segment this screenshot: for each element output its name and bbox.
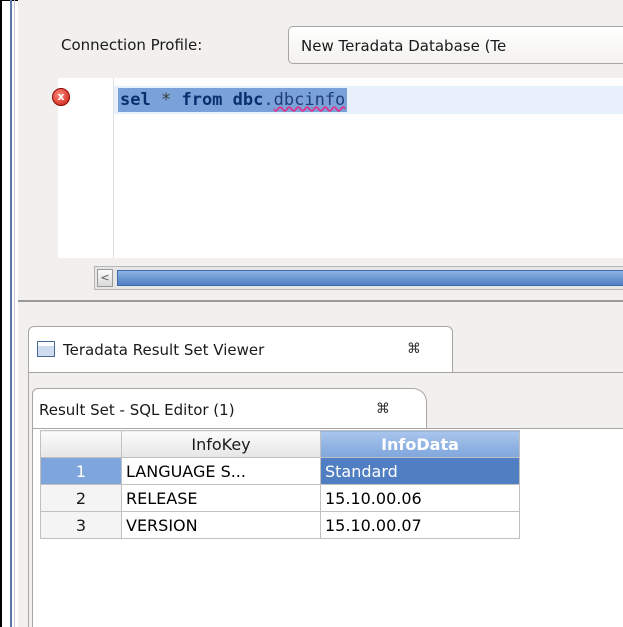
row-number-header[interactable] — [40, 430, 122, 458]
code-dot: . — [263, 90, 274, 110]
table-row[interactable]: 3 VERSION 15.10.00.07 — [40, 511, 520, 539]
table-row[interactable]: 2 RELEASE 15.10.00.06 — [40, 484, 520, 512]
code-editor[interactable]: x sel * from dbc.dbcinfo — [52, 78, 623, 258]
code-keyword-sel: sel — [120, 90, 151, 110]
tab-result-set-sql-editor[interactable]: Result Set - SQL Editor (1) ⌘ — [32, 388, 427, 428]
scrollbar-thumb[interactable] — [117, 270, 623, 286]
left-edge-bar — [10, 0, 12, 627]
cell-infodata[interactable]: 15.10.00.06 — [320, 484, 520, 512]
error-icon-glyph: x — [57, 90, 65, 103]
selected-sql-statement[interactable]: sel * from dbc.dbcinfo — [118, 88, 348, 112]
row-number[interactable]: 2 — [40, 484, 122, 512]
sql-editor-pane: Connection Profile: New Teradata Databas… — [18, 0, 623, 300]
cell-infodata-selected[interactable]: Standard — [320, 457, 520, 485]
result-grid[interactable]: InfoKey InfoData 1 LANGUAGE S... Standar… — [40, 430, 520, 539]
connection-profile-dropdown[interactable]: New Teradata Database (Te — [288, 26, 623, 64]
close-tab-icon[interactable]: ⌘ — [407, 341, 421, 357]
tab-teradata-result-set-viewer[interactable]: Teradata Result Set Viewer ⌘ — [28, 326, 453, 372]
row-number[interactable]: 1 — [40, 457, 122, 485]
connection-profile-label: Connection Profile: — [61, 36, 203, 54]
table-view-icon — [37, 341, 55, 357]
code-keyword-from: from — [181, 90, 223, 110]
error-icon[interactable]: x — [52, 88, 70, 106]
close-tab-icon[interactable]: ⌘ — [376, 401, 390, 417]
column-header-infokey[interactable]: InfoKey — [121, 430, 321, 458]
code-table-name: dbcinfo — [273, 90, 346, 110]
cell-infokey[interactable]: RELEASE — [121, 484, 321, 512]
annotation-ruler: x — [52, 78, 114, 258]
code-star: * — [160, 90, 172, 110]
tab-label: Teradata Result Set Viewer — [63, 341, 265, 359]
horizontal-scrollbar[interactable]: < — [94, 266, 623, 290]
connection-profile-value: New Teradata Database (Te — [301, 37, 507, 55]
cell-infokey[interactable]: VERSION — [121, 511, 321, 539]
cell-infodata[interactable]: 15.10.00.07 — [320, 511, 520, 539]
code-keyword-dbc: dbc — [232, 90, 264, 110]
column-header-infodata[interactable]: InfoData — [320, 430, 520, 458]
tab-label: Result Set - SQL Editor (1) — [39, 401, 235, 419]
scroll-left-arrow-icon[interactable]: < — [97, 269, 113, 287]
row-number[interactable]: 3 — [40, 511, 122, 539]
left-edge-line — [14, 0, 15, 627]
connection-row: Connection Profile: New Teradata Databas… — [18, 20, 623, 70]
cell-infokey[interactable]: LANGUAGE S... — [121, 457, 321, 485]
table-row[interactable]: 1 LANGUAGE S... Standard — [40, 457, 520, 485]
header-row: InfoKey InfoData — [40, 430, 520, 458]
